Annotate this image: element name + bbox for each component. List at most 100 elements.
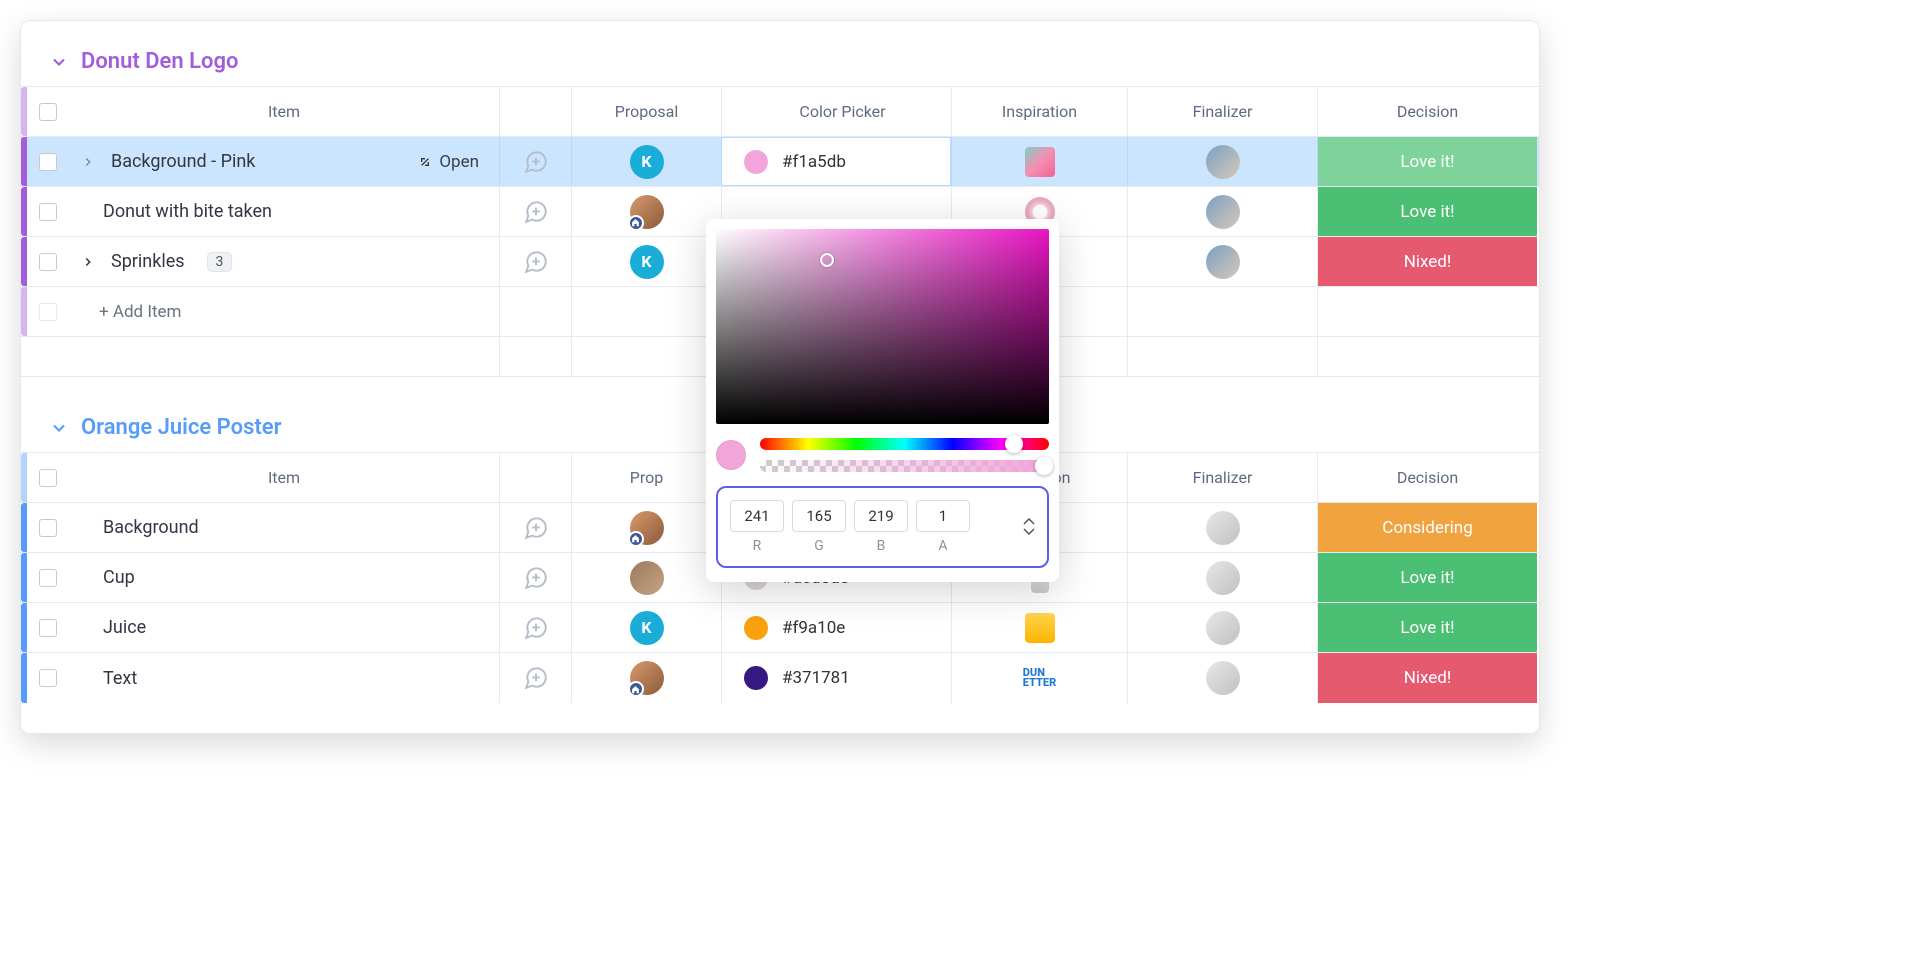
b-input[interactable]: 219 xyxy=(854,500,908,532)
hue-slider[interactable] xyxy=(760,438,1049,450)
decision-cell[interactable]: Nixed! xyxy=(1317,653,1537,703)
col-proposal[interactable]: Proposal xyxy=(571,87,721,136)
avatar: K xyxy=(630,145,664,179)
inspiration-thumb: DUNETTER xyxy=(1025,663,1055,693)
col-inspiration[interactable]: Inspiration xyxy=(951,87,1127,136)
col-finalizer[interactable]: Finalizer xyxy=(1127,453,1317,502)
inspiration-cell[interactable] xyxy=(951,603,1127,652)
alpha-knob[interactable] xyxy=(1035,457,1053,475)
add-item-label: + Add Item xyxy=(79,302,181,322)
select-all-checkbox[interactable] xyxy=(27,453,69,502)
conversation-cell[interactable] xyxy=(499,137,571,186)
row-checkbox[interactable] xyxy=(27,603,69,652)
color-picker-cell[interactable]: #f1a5db xyxy=(721,137,951,186)
finalizer-cell[interactable] xyxy=(1127,187,1317,236)
r-input[interactable]: 241 xyxy=(730,500,784,532)
decision-cell[interactable]: Love it! xyxy=(1317,603,1537,652)
table-row[interactable]: Background - Pink Open K #f1a5db Love it… xyxy=(21,137,1539,187)
select-all-checkbox[interactable] xyxy=(27,87,69,136)
group-header[interactable]: Donut Den Logo xyxy=(21,41,1539,86)
row-checkbox[interactable] xyxy=(27,503,69,552)
chevron-up-icon xyxy=(1023,518,1035,526)
home-badge-icon xyxy=(628,531,644,547)
chevron-down-icon[interactable] xyxy=(49,52,69,72)
proposal-cell[interactable]: K xyxy=(571,137,721,186)
color-picker-cell[interactable]: #371781 xyxy=(721,653,951,703)
avatar xyxy=(630,661,664,695)
col-decision[interactable]: Decision xyxy=(1317,87,1537,136)
proposal-cell[interactable] xyxy=(571,653,721,703)
row-checkbox[interactable] xyxy=(27,237,69,286)
item-cell[interactable]: Cup xyxy=(69,553,499,602)
inspiration-cell[interactable] xyxy=(951,137,1127,186)
saturation-area[interactable] xyxy=(716,229,1049,424)
open-button[interactable]: Open xyxy=(417,152,489,172)
chat-add-icon xyxy=(523,249,549,275)
item-cell[interactable]: Juice xyxy=(69,603,499,652)
inspiration-thumb xyxy=(1025,147,1055,177)
decision-cell[interactable]: Love it! xyxy=(1317,553,1537,602)
alpha-slider[interactable] xyxy=(760,460,1049,472)
group-title[interactable]: Donut Den Logo xyxy=(81,49,238,74)
row-checkbox[interactable] xyxy=(27,187,69,236)
conversation-cell[interactable] xyxy=(499,553,571,602)
finalizer-cell[interactable] xyxy=(1127,553,1317,602)
col-color-picker[interactable]: Color Picker xyxy=(721,87,951,136)
proposal-cell[interactable]: K xyxy=(571,237,721,286)
proposal-cell[interactable] xyxy=(571,553,721,602)
finalizer-cell[interactable] xyxy=(1127,603,1317,652)
chevron-right-icon[interactable] xyxy=(79,255,97,269)
avatar xyxy=(1206,245,1240,279)
table-row[interactable]: Juice K #f9a10e Love it! xyxy=(21,603,1539,653)
chat-add-icon xyxy=(523,515,549,541)
finalizer-cell[interactable] xyxy=(1127,237,1317,286)
col-proposal[interactable]: Prop xyxy=(571,453,721,502)
conversation-cell[interactable] xyxy=(499,503,571,552)
decision-cell[interactable]: Love it! xyxy=(1317,187,1537,236)
row-checkbox[interactable] xyxy=(27,137,69,186)
item-name: Cup xyxy=(79,567,489,588)
item-name: Background xyxy=(79,517,489,538)
row-checkbox[interactable] xyxy=(27,553,69,602)
proposal-cell[interactable] xyxy=(571,187,721,236)
finalizer-cell[interactable] xyxy=(1127,137,1317,186)
group-title[interactable]: Orange Juice Poster xyxy=(81,415,282,440)
item-cell[interactable]: Donut with bite taken xyxy=(69,187,499,236)
format-toggle[interactable] xyxy=(1023,518,1035,536)
r-label: R xyxy=(730,538,784,554)
chevron-down-icon[interactable] xyxy=(49,418,69,438)
finalizer-cell[interactable] xyxy=(1127,503,1317,552)
finalizer-cell[interactable] xyxy=(1127,653,1317,703)
proposal-cell[interactable] xyxy=(571,503,721,552)
item-name: Background - Pink xyxy=(111,151,255,172)
decision-cell[interactable]: Considering xyxy=(1317,503,1537,552)
saturation-cursor[interactable] xyxy=(820,253,834,267)
proposal-cell[interactable]: K xyxy=(571,603,721,652)
chat-add-icon xyxy=(523,565,549,591)
conversation-cell[interactable] xyxy=(499,603,571,652)
decision-cell[interactable]: Nixed! xyxy=(1317,237,1537,286)
item-cell[interactable]: Sprinkles 3 xyxy=(69,237,499,286)
color-preview-dot xyxy=(716,440,746,470)
conversation-cell[interactable] xyxy=(499,187,571,236)
home-badge-icon xyxy=(628,681,644,697)
row-checkbox[interactable] xyxy=(27,653,69,703)
table-row[interactable]: Text #371781 DUNETTER Nixed! xyxy=(21,653,1539,703)
conversation-cell[interactable] xyxy=(499,653,571,703)
item-cell[interactable]: Background xyxy=(69,503,499,552)
avatar xyxy=(1206,195,1240,229)
decision-cell[interactable]: Love it! xyxy=(1317,137,1537,186)
g-input[interactable]: 165 xyxy=(792,500,846,532)
color-picker-cell[interactable]: #f9a10e xyxy=(721,603,951,652)
chevron-right-icon[interactable] xyxy=(79,155,97,169)
col-decision[interactable]: Decision xyxy=(1317,453,1537,502)
inspiration-cell[interactable]: DUNETTER xyxy=(951,653,1127,703)
conversation-cell[interactable] xyxy=(499,237,571,286)
col-item[interactable]: Item xyxy=(69,453,499,502)
item-cell[interactable]: Text xyxy=(69,653,499,703)
item-cell[interactable]: Background - Pink Open xyxy=(69,137,499,186)
a-input[interactable]: 1 xyxy=(916,500,970,532)
col-item[interactable]: Item xyxy=(69,87,499,136)
col-finalizer[interactable]: Finalizer xyxy=(1127,87,1317,136)
hue-knob[interactable] xyxy=(1005,435,1023,453)
